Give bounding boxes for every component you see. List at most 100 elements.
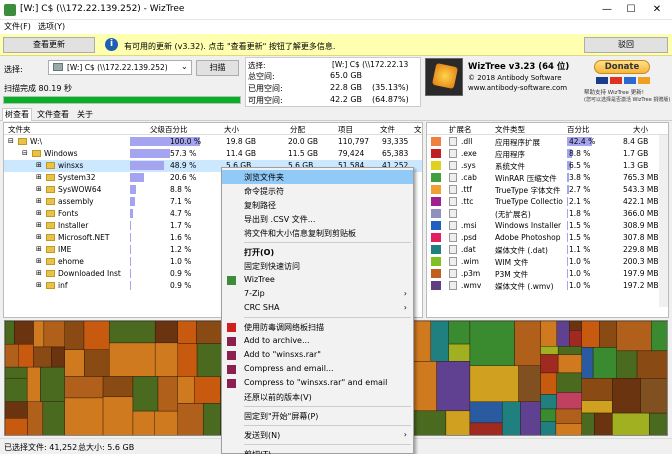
treemap-tile[interactable]: [581, 321, 600, 348]
menu-file[interactable]: 文件(F): [4, 21, 31, 32]
context-menu-item[interactable]: 命令提示符: [222, 184, 413, 198]
dismiss-button[interactable]: 驳回: [584, 37, 668, 53]
treemap-tile[interactable]: [5, 321, 15, 345]
context-menu-item[interactable]: 打开(O): [222, 245, 413, 259]
treemap-tile[interactable]: [177, 321, 197, 344]
file-type-row[interactable]: .p3m P3M 文件 1.0 % 197.9 MB: [427, 268, 659, 280]
treemap-tile[interactable]: [154, 342, 178, 377]
expand-toggle-icon[interactable]: ⊞: [36, 209, 42, 217]
expand-toggle-icon[interactable]: ⊞: [36, 233, 42, 241]
treemap-tile[interactable]: [5, 401, 28, 419]
treemap-tile[interactable]: [581, 400, 613, 414]
treemap-tile[interactable]: [557, 346, 582, 355]
treemap-tile[interactable]: [43, 321, 66, 348]
treemap-tile[interactable]: [592, 347, 617, 379]
treemap-tile[interactable]: [555, 408, 582, 424]
treemap-tile[interactable]: [64, 397, 104, 436]
file-type-row[interactable]: (无扩展名) 1.8 % 366.0 MB: [427, 208, 659, 220]
treemap-tile[interactable]: [430, 321, 449, 362]
treemap-tile[interactable]: [616, 321, 652, 352]
treemap-tile[interactable]: [5, 377, 28, 402]
treemap-tile[interactable]: [569, 330, 582, 347]
treemap-tile[interactable]: [202, 403, 221, 436]
expand-toggle-icon[interactable]: ⊞: [36, 161, 42, 169]
treemap-tile[interactable]: [640, 378, 668, 414]
context-menu-item[interactable]: Compress to "winsxs.rar" and email: [222, 376, 413, 390]
treemap-tile[interactable]: [540, 408, 557, 422]
file-type-row[interactable]: .dat 媒体文件 (.dat) 1.1 % 229.8 MB: [427, 244, 659, 256]
treemap-tile[interactable]: [540, 394, 557, 410]
treemap-tile[interactable]: [157, 376, 178, 412]
types-scrollbar[interactable]: [659, 135, 668, 307]
treemap-tile[interactable]: [540, 321, 557, 347]
treemap-tile[interactable]: [18, 343, 34, 368]
treemap-tile[interactable]: [448, 343, 471, 362]
context-menu-item[interactable]: 固定到"开始"屏幕(P): [222, 409, 413, 423]
file-type-row[interactable]: .exe 应用程序 8.8 % 1.7 GB: [427, 148, 659, 160]
treemap-tile[interactable]: [177, 403, 204, 436]
treemap-tile[interactable]: [469, 422, 503, 436]
expand-toggle-icon[interactable]: ⊞: [36, 173, 42, 181]
expand-toggle-icon[interactable]: ⊞: [36, 245, 42, 253]
expand-toggle-icon[interactable]: ⊟: [8, 137, 14, 145]
treemap-tile[interactable]: [132, 410, 155, 436]
treemap-tile[interactable]: [651, 321, 668, 352]
treemap-tile[interactable]: [594, 412, 613, 436]
col-items[interactable]: 项目: [338, 124, 353, 135]
treemap-tile[interactable]: [514, 321, 541, 366]
treemap-tile[interactable]: [569, 321, 582, 331]
treemap-tile[interactable]: [5, 343, 19, 368]
context-menu-item[interactable]: 使用防毒调网络板扫描: [222, 320, 413, 334]
col-alloc[interactable]: 分配: [290, 124, 305, 135]
col-size[interactable]: 大小: [224, 124, 239, 135]
treemap-tile[interactable]: [5, 418, 28, 436]
treemap-tile[interactable]: [102, 396, 134, 436]
col-pct[interactable]: 百分比: [567, 124, 590, 135]
treemap-tile[interactable]: [555, 423, 582, 436]
tab-tree-view[interactable]: 树查看: [2, 108, 32, 121]
file-type-row[interactable]: .cab WinRAR 压缩文件 3.8 % 765.3 MB: [427, 172, 659, 184]
file-type-row[interactable]: .dll 应用程序扩展 42.4 % 8.4 GB: [427, 136, 659, 148]
col-type[interactable]: 文件类型: [495, 124, 525, 135]
treemap-tile[interactable]: [154, 410, 178, 436]
treemap-tile[interactable]: [540, 421, 557, 436]
treemap-tile[interactable]: [612, 378, 641, 414]
treemap-tile[interactable]: [469, 401, 503, 424]
treemap-tile[interactable]: [84, 349, 110, 377]
treemap-tile[interactable]: [42, 401, 66, 436]
website-link[interactable]: www.antibody-software.com: [468, 84, 567, 92]
tree-row[interactable]: ⊟ W:\ 100.0 % 19.8 GB 20.0 GB 110,797 93,335: [4, 136, 422, 148]
treemap-tile[interactable]: [5, 366, 28, 379]
treemap-tile[interactable]: [540, 354, 559, 374]
menu-options[interactable]: 选项(Y): [38, 21, 65, 32]
treemap-tile[interactable]: [520, 401, 541, 436]
treemap-tile[interactable]: [51, 346, 66, 368]
donate-button[interactable]: Donate: [594, 60, 650, 74]
treemap-tile[interactable]: [33, 346, 52, 368]
close-button[interactable]: ✕: [646, 2, 668, 17]
treemap-tile[interactable]: [612, 412, 650, 436]
tab-about[interactable]: 关于: [74, 109, 96, 121]
treemap-tile[interactable]: [108, 342, 156, 377]
col-parent-pct[interactable]: 父级百分比: [150, 124, 188, 135]
tree-row[interactable]: ⊟ Windows 57.3 % 11.4 GB 11.5 GB 79,424 65,383: [4, 148, 422, 160]
treemap-tile[interactable]: [540, 372, 557, 395]
maximize-button[interactable]: ☐: [620, 2, 642, 17]
tab-file-view[interactable]: 文件查看: [34, 109, 72, 121]
expand-toggle-icon[interactable]: ⊞: [36, 197, 42, 205]
context-menu-item[interactable]: Add to "winsxs.rar": [222, 348, 413, 362]
treemap-tile[interactable]: [469, 321, 515, 366]
treemap-tile[interactable]: [616, 350, 638, 379]
treemap-tile[interactable]: [26, 366, 41, 402]
treemap-tile[interactable]: [194, 376, 221, 404]
file-type-row[interactable]: .psd Adobe Photoshop 1.5 % 307.8 MB: [427, 232, 659, 244]
treemap-tile[interactable]: [556, 372, 582, 393]
treemap-tile[interactable]: [599, 321, 617, 348]
treemap-tile[interactable]: [27, 401, 44, 436]
col-files[interactable]: 文件: [380, 124, 395, 135]
context-menu-item[interactable]: WizTree: [222, 273, 413, 287]
col-folder[interactable]: 文件夹: [8, 124, 31, 135]
check-updates-button[interactable]: 查看更新: [3, 37, 95, 53]
context-menu-item[interactable]: 还原以前的版本(V): [222, 390, 413, 404]
treemap-tile[interactable]: [581, 412, 595, 436]
